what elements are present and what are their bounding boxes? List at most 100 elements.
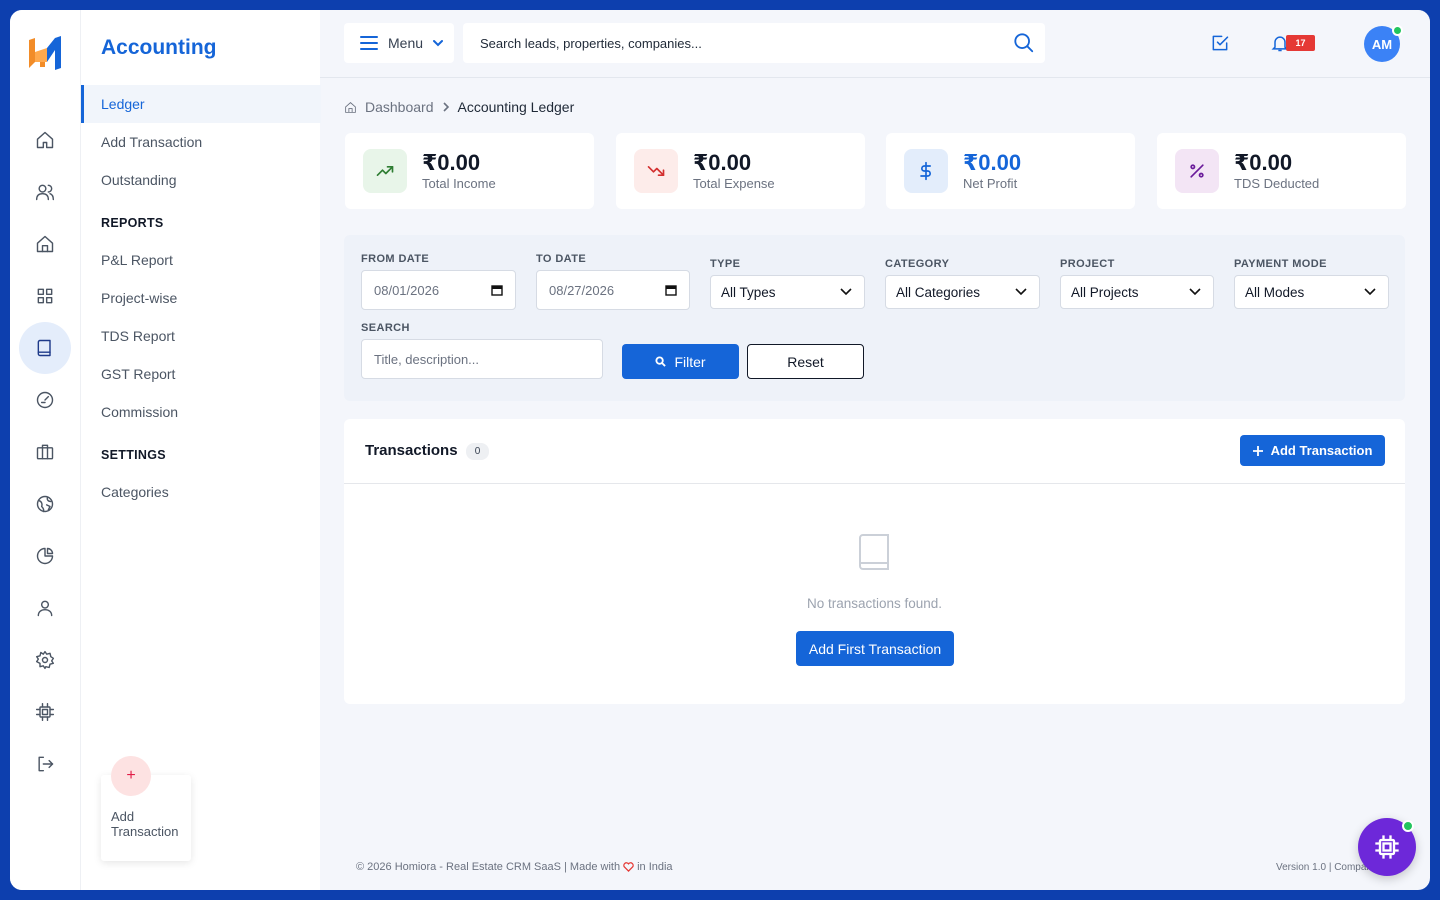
sidebar-heading-reports: REPORTS <box>101 216 164 230</box>
sidebar-item-outstanding[interactable]: Outstanding <box>81 161 321 199</box>
empty-state-text: No transactions found. <box>806 596 943 611</box>
type-select[interactable]: All Types <box>710 275 865 309</box>
sidebar-item-add-transaction[interactable]: Add Transaction <box>81 123 321 161</box>
add-transaction-button[interactable]: Add Transaction <box>1240 435 1385 466</box>
project-select[interactable]: All Projects <box>1060 275 1214 309</box>
brand-logo-icon[interactable] <box>26 34 64 72</box>
home-icon[interactable] <box>344 101 357 114</box>
rail-website[interactable] <box>19 478 71 530</box>
stat-label: TDS Deducted <box>1234 176 1320 191</box>
quick-add-button[interactable]: + <box>111 756 151 796</box>
stat-value: ₹0.00 <box>1234 150 1293 175</box>
transactions-header: Transactions 0 Add Transaction <box>344 419 1405 484</box>
settings-icon <box>35 650 55 670</box>
chip-icon <box>1375 835 1399 859</box>
global-search-input[interactable] <box>463 23 993 63</box>
breadcrumb-home[interactable]: Dashboard <box>365 99 434 115</box>
sidebar-item-categories[interactable]: Categories <box>81 473 321 511</box>
rail-dashboard[interactable] <box>19 270 71 322</box>
briefcase-icon <box>36 444 54 460</box>
payment-mode-select[interactable]: All Modes <box>1234 275 1389 309</box>
stat-value: ₹0.00 <box>963 150 1022 175</box>
sidebar-item-pl-report[interactable]: P&L Report <box>81 241 321 279</box>
from-date-value: 08/01/2026 <box>374 282 440 298</box>
rail-home[interactable] <box>19 114 71 166</box>
from-date-label: FROM DATE <box>361 253 430 265</box>
chevron-down-icon <box>1189 288 1201 296</box>
filter-button[interactable]: Filter <box>622 344 739 379</box>
to-date-input[interactable]: 08/27/2026 <box>536 270 690 310</box>
transactions-title: Transactions <box>365 442 458 459</box>
chevron-right-icon <box>442 102 449 112</box>
quick-add-label[interactable]: Add Transaction <box>111 809 191 839</box>
gauge-icon <box>36 391 54 409</box>
users-icon <box>35 184 55 201</box>
sidebar-item-gst-report[interactable]: GST Report <box>81 355 321 393</box>
project-label: PROJECT <box>1060 258 1115 270</box>
assistant-online-dot <box>1402 820 1414 832</box>
trending-up-icon <box>376 166 394 176</box>
home-icon <box>36 131 54 149</box>
reset-button[interactable]: Reset <box>747 344 864 379</box>
to-date-label: TO DATE <box>536 253 587 265</box>
sidebar-item-project-wise[interactable]: Project-wise <box>81 279 321 317</box>
rail-reports[interactable] <box>19 530 71 582</box>
property-icon <box>36 235 54 253</box>
search-label: SEARCH <box>361 322 410 334</box>
stat-icon-box <box>1175 149 1219 193</box>
search-icon[interactable] <box>1013 32 1035 54</box>
dollar-icon <box>920 161 931 181</box>
rail-profile[interactable] <box>19 582 71 634</box>
sidebar-item-commission[interactable]: Commission <box>81 393 321 431</box>
rail-users[interactable] <box>19 166 71 218</box>
calendar-icon[interactable] <box>491 284 503 296</box>
percent-icon <box>1190 164 1204 178</box>
stat-value: ₹0.00 <box>693 150 752 175</box>
pie-chart-icon <box>36 547 54 565</box>
calendar-icon[interactable] <box>665 284 677 296</box>
hamburger-icon <box>360 36 378 50</box>
chevron-down-icon <box>1364 288 1376 296</box>
empty-book-icon <box>859 534 889 570</box>
from-date-input[interactable]: 08/01/2026 <box>361 270 516 310</box>
rail-properties[interactable] <box>19 218 71 270</box>
rail-accounting[interactable] <box>19 322 71 374</box>
grid-icon <box>37 288 53 304</box>
search-icon <box>655 356 667 367</box>
logout-icon <box>38 756 54 772</box>
add-first-transaction-button[interactable]: Add First Transaction <box>796 631 954 666</box>
stat-icon-box <box>634 149 678 193</box>
notification-badge: 17 <box>1286 35 1315 51</box>
globe-icon <box>36 495 54 513</box>
rail-settings[interactable] <box>19 634 71 686</box>
filter-search-input[interactable]: Title, description... <box>361 339 603 379</box>
stat-icon-box <box>363 149 407 193</box>
payment-mode-value: All Modes <box>1245 284 1305 300</box>
stat-label: Net Profit <box>963 176 1018 191</box>
plus-icon <box>1252 445 1263 456</box>
category-select[interactable]: All Categories <box>885 275 1040 309</box>
project-value: All Projects <box>1071 284 1139 300</box>
menu-button[interactable]: Menu <box>344 23 454 63</box>
stat-card-tds: ₹0.00 TDS Deducted <box>1157 133 1406 209</box>
sidebar-item-ledger[interactable]: Ledger <box>81 85 321 123</box>
add-transaction-label: Add Transaction <box>1270 443 1373 458</box>
rail-projects[interactable] <box>19 426 71 478</box>
rail-ai[interactable] <box>19 686 71 738</box>
accounting-sidebar: Accounting Ledger Add Transaction Outsta… <box>80 10 321 890</box>
rail-performance[interactable] <box>19 374 71 426</box>
chevron-down-icon <box>1015 288 1027 296</box>
category-value: All Categories <box>896 284 981 300</box>
sidebar-heading-settings: SETTINGS <box>101 448 166 462</box>
app-window: Accounting Ledger Add Transaction Outsta… <box>10 10 1430 890</box>
filter-button-label: Filter <box>674 353 706 370</box>
rail-logout[interactable] <box>19 738 71 790</box>
book-icon <box>37 339 51 357</box>
sidebar-item-tds-report[interactable]: TDS Report <box>81 317 321 355</box>
chevron-down-icon <box>433 40 444 47</box>
stat-label: Total Income <box>422 176 496 191</box>
transactions-panel: Transactions 0 Add Transaction No transa… <box>344 419 1405 704</box>
stat-card-net-profit: ₹0.00 Net Profit <box>886 133 1135 209</box>
tasks-check-icon[interactable] <box>1210 33 1230 53</box>
payment-mode-label: PAYMENT MODE <box>1234 258 1327 270</box>
